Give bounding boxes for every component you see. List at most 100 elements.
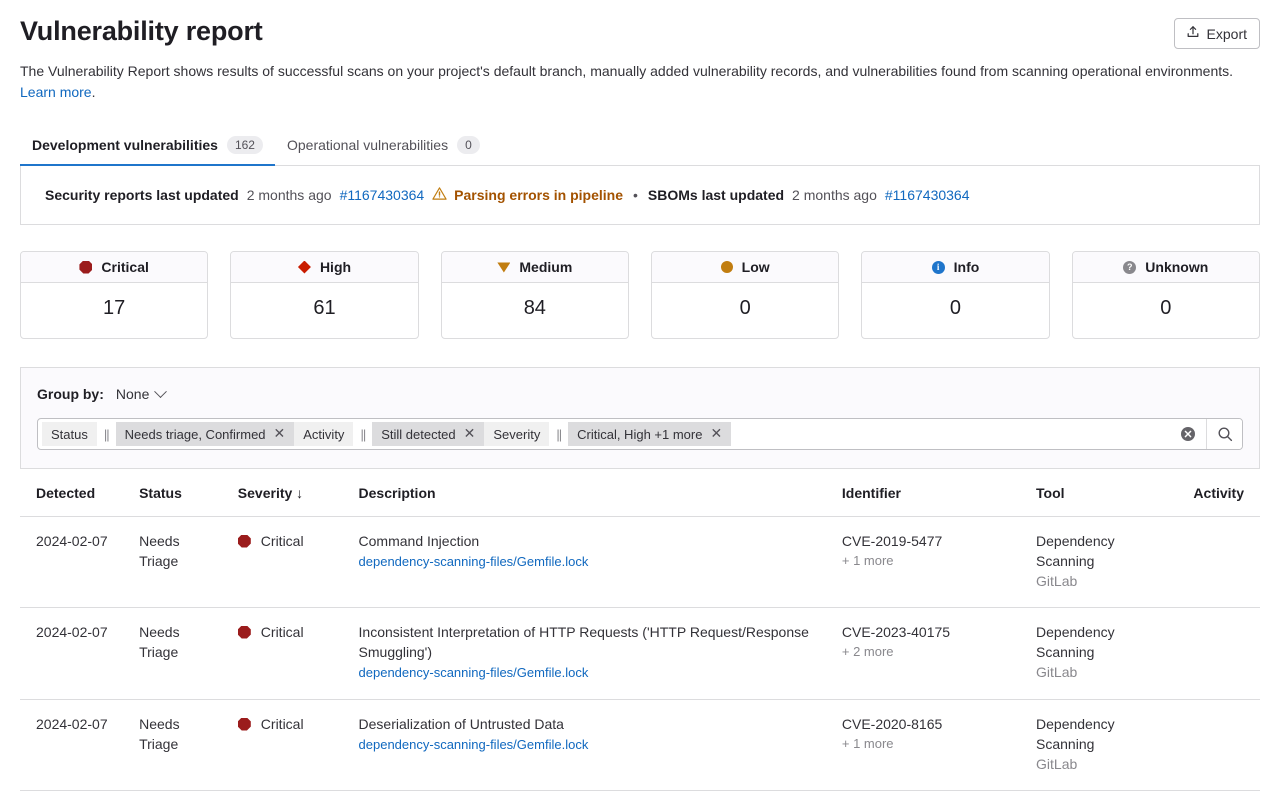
column-header-status[interactable]: Status [131,469,230,517]
vulnerability-tabs: Development vulnerabilities 162 Operatio… [20,125,1260,166]
severity-card-high-value: 61 [231,283,417,338]
severity-card-low-head: Low [652,252,838,283]
tool-name: Dependency Scanning [1036,531,1166,571]
severity-low-icon [721,261,733,273]
column-header-activity[interactable]: Activity [1174,469,1260,517]
learn-more-link[interactable]: Learn more [20,84,92,100]
severity-card-medium-head: Medium [442,252,628,283]
security-reports-pipeline-link[interactable]: #1167430364 [340,187,425,203]
column-header-tool[interactable]: Tool [1028,469,1174,517]
tool-vendor: GitLab [1036,754,1166,774]
severity-card-low[interactable]: Low 0 [651,251,839,339]
group-by-dropdown[interactable]: None [114,384,167,404]
cell-status: Needs Triage [131,700,230,791]
cell-activity [1174,700,1260,791]
cell-status: Needs Triage [131,517,230,608]
security-reports-label: Security reports last updated [45,187,239,203]
severity-critical-icon [238,626,251,639]
cell-tool: Dependency Scanning GitLab [1028,517,1174,608]
cell-tool: Dependency Scanning GitLab [1028,608,1174,700]
filter-token-activity-separator: || [353,427,372,442]
security-reports-time: 2 months ago [247,187,332,203]
table-row[interactable]: 2024-02-07 Needs Triage Critical Deseria… [20,700,1260,791]
tab-development-label: Development vulnerabilities [32,137,218,153]
severity-card-info[interactable]: i Info 0 [861,251,1049,339]
severity-card-medium[interactable]: Medium 84 [441,251,629,339]
cell-detected: 2024-02-07 [20,517,131,608]
cell-identifier: CVE-2020-8165 + 1 more [834,700,1028,791]
severity-card-critical-head: Critical [21,252,207,283]
cell-status: Needs Triage [131,608,230,700]
cell-severity-label: Critical [261,714,304,734]
filter-token-activity-remove-icon[interactable]: ✕ [464,427,476,441]
column-header-identifier[interactable]: Identifier [834,469,1028,517]
identifier-value: CVE-2023-40175 [842,622,1020,642]
filter-token-severity-separator: || [549,427,568,442]
severity-card-unknown[interactable]: ? Unknown 0 [1072,251,1260,339]
filtered-search-bar[interactable]: Status || Needs triage, Confirmed ✕ Acti… [37,418,1243,450]
severity-card-medium-label: Medium [519,259,572,275]
cell-severity: Critical [230,700,351,791]
cell-detected: 2024-02-07 [20,608,131,700]
description-file-link[interactable]: dependency-scanning-files/Gemfile.lock [359,665,589,680]
vulnerability-table-body: 2024-02-07 Needs Triage Critical Command… [20,517,1260,791]
severity-card-critical[interactable]: Critical 17 [20,251,208,339]
export-button[interactable]: Export [1174,18,1260,49]
severity-critical-icon [238,718,251,731]
description-title[interactable]: Command Injection [359,531,826,551]
description-title[interactable]: Deserialization of Untrusted Data [359,714,826,734]
cell-severity-label: Critical [261,622,304,642]
column-header-detected[interactable]: Detected [20,469,131,517]
table-row[interactable]: 2024-02-07 Needs Triage Critical Command… [20,517,1260,608]
table-header-row: Detected Status Severity ↓ Description I… [20,469,1260,517]
cell-activity [1174,608,1260,700]
clear-all-icon[interactable] [1170,419,1206,449]
cell-severity: Critical [230,517,351,608]
sboms-pipeline-link[interactable]: #1167430364 [885,187,970,203]
filter-token-severity-value[interactable]: Critical, High +1 more ✕ [568,422,731,446]
search-icon[interactable] [1206,419,1242,449]
reports-status-banner: Security reports last updated 2 months a… [20,166,1260,225]
sort-descending-icon: ↓ [296,485,303,501]
tool-name: Dependency Scanning [1036,622,1166,662]
tab-development-badge: 162 [227,136,263,154]
filter-token-status-value[interactable]: Needs triage, Confirmed ✕ [116,422,295,446]
severity-card-high[interactable]: High 61 [230,251,418,339]
severity-card-high-label: High [320,259,351,275]
filter-panel: Group by: None Status || Needs triage, C… [20,367,1260,468]
cell-description: Inconsistent Interpretation of HTTP Requ… [351,608,834,700]
filter-token-activity-value[interactable]: Still detected ✕ [372,422,484,446]
filter-token-activity-key[interactable]: Activity [294,422,353,446]
page-description: The Vulnerability Report shows results o… [20,61,1235,103]
parsing-errors-label: Parsing errors in pipeline [454,187,623,203]
description-file-link[interactable]: dependency-scanning-files/Gemfile.lock [359,554,589,569]
filter-token-status-remove-icon[interactable]: ✕ [274,427,286,441]
severity-card-unknown-head: ? Unknown [1073,252,1259,283]
parsing-errors-button[interactable]: Parsing errors in pipeline [432,186,623,204]
group-by-label: Group by: [37,386,104,402]
intro-text-part1: The Vulnerability Report shows results o… [20,63,1233,79]
severity-unknown-icon: ? [1123,261,1136,274]
description-file-link[interactable]: dependency-scanning-files/Gemfile.lock [359,737,589,752]
column-header-description[interactable]: Description [351,469,834,517]
upload-icon [1186,25,1200,42]
severity-card-critical-label: Critical [101,259,148,275]
severity-card-info-head: i Info [862,252,1048,283]
description-title[interactable]: Inconsistent Interpretation of HTTP Requ… [359,622,826,662]
severity-card-low-value: 0 [652,283,838,338]
severity-card-low-label: Low [742,259,770,275]
column-header-severity[interactable]: Severity ↓ [230,469,351,517]
cell-tool: Dependency Scanning GitLab [1028,700,1174,791]
tab-operational-vulnerabilities[interactable]: Operational vulnerabilities 0 [275,136,492,165]
filter-token-severity-key[interactable]: Severity [484,422,549,446]
filter-token-severity-value-label: Critical, High +1 more [577,427,702,442]
severity-card-info-label: Info [954,259,980,275]
severity-high-icon [298,261,311,274]
severity-card-critical-value: 17 [21,283,207,338]
vulnerability-report-page: Vulnerability report Export The Vulnerab… [0,0,1280,791]
filter-token-severity-remove-icon[interactable]: ✕ [710,427,722,441]
table-row[interactable]: 2024-02-07 Needs Triage Critical Inconsi… [20,608,1260,700]
filter-token-status-value-label: Needs triage, Confirmed [125,427,266,442]
tab-development-vulnerabilities[interactable]: Development vulnerabilities 162 [20,136,275,165]
filter-token-status-key[interactable]: Status [42,422,97,446]
